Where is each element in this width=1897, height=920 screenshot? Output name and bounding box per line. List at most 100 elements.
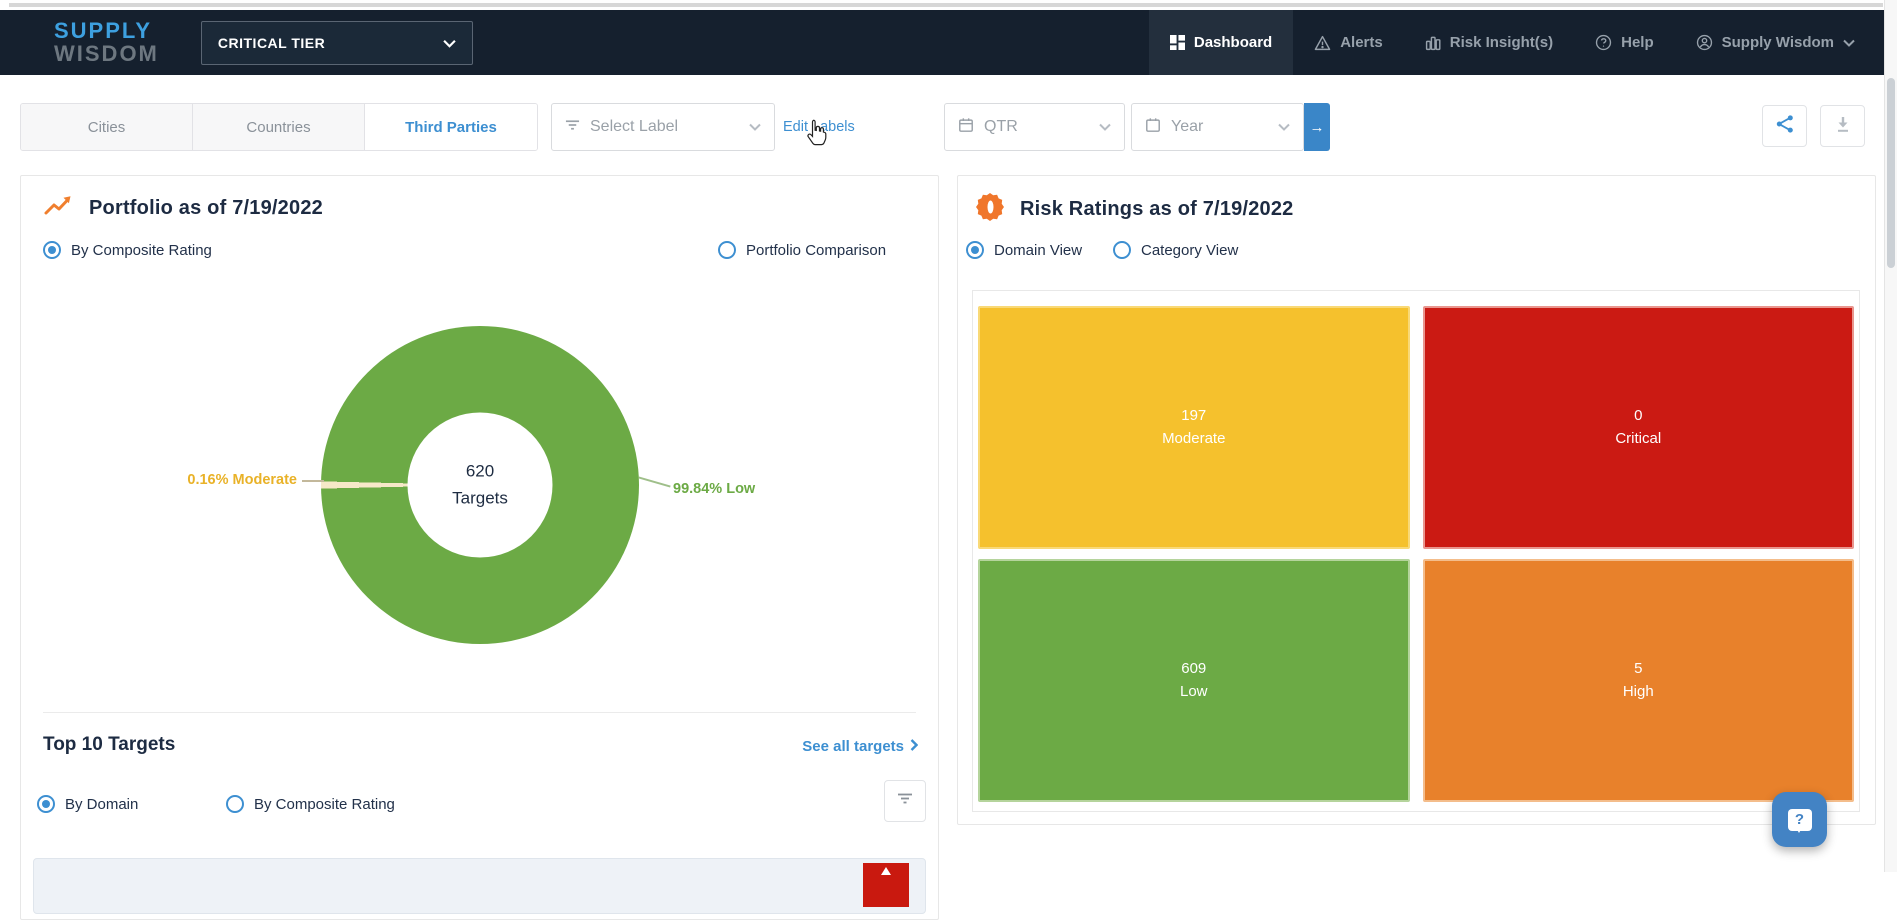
tile-label: Critical	[1615, 428, 1661, 451]
tile-label: Low	[1180, 681, 1208, 704]
trend-up-icon	[43, 194, 73, 223]
radio-button-icon[interactable]	[43, 241, 61, 259]
vertical-scrollbar[interactable]	[1884, 0, 1897, 872]
tab-label: Countries	[246, 119, 310, 136]
nav-item-dashboard[interactable]: Dashboard	[1149, 10, 1293, 75]
filter-lines-icon	[565, 118, 580, 136]
radio-by-composite-rating[interactable]: By Composite Rating	[43, 241, 212, 259]
callout-leader-line	[638, 476, 670, 487]
calendar-icon	[958, 117, 974, 138]
section-divider	[43, 712, 916, 713]
tile-moderate[interactable]: 197 Moderate	[978, 306, 1410, 549]
chevron-down-icon	[1099, 118, 1111, 136]
radio-domain-view[interactable]: Domain View	[966, 241, 1082, 259]
shield-badge-icon	[976, 192, 1004, 227]
filter-lines-icon	[897, 792, 913, 810]
share-button[interactable]	[1762, 105, 1807, 147]
tile-high[interactable]: 5 High	[1423, 559, 1855, 802]
qtr-placeholder: QTR	[984, 118, 1018, 136]
nav-item-label: Help	[1621, 34, 1654, 51]
tab-third-parties[interactable]: Third Parties	[365, 104, 537, 150]
donut-callout-moderate: 0.16% Moderate	[161, 472, 297, 488]
tab-countries[interactable]: Countries	[193, 104, 365, 150]
radio-label: Portfolio Comparison	[746, 242, 886, 259]
nav-item-label: Dashboard	[1194, 34, 1272, 51]
radio-label: Category View	[1141, 242, 1238, 259]
nav-item-risk-insights[interactable]: Risk Insight(s)	[1404, 10, 1574, 75]
donut-callout-low: 99.84% Low	[673, 481, 755, 497]
select-label-dropdown[interactable]: Select Label	[551, 103, 775, 151]
radio-portfolio-comparison[interactable]: Portfolio Comparison	[718, 241, 886, 259]
top-targets-table-row[interactable]	[33, 858, 926, 914]
warning-triangle-icon	[1314, 35, 1331, 51]
risk-ratings-tile-grid: 197 Moderate 0 Critical 609 Low 5 High	[972, 290, 1860, 812]
share-icon	[1775, 114, 1795, 139]
app-logo[interactable]: SUPPLY WISDOM	[54, 20, 159, 65]
tile-value: 5	[1634, 658, 1642, 681]
radio-label: By Domain	[65, 796, 138, 813]
tile-critical[interactable]: 0 Critical	[1423, 306, 1855, 549]
tier-selector-dropdown[interactable]: CRITICAL TIER	[201, 21, 473, 65]
donut-total-label: Targets	[452, 485, 508, 511]
risk-card-title: Risk Ratings as of 7/19/2022	[1020, 198, 1294, 221]
edit-labels-link[interactable]: Edit Labels	[783, 119, 855, 135]
see-all-targets-label: See all targets	[802, 738, 904, 755]
radio-category-view[interactable]: Category View	[1113, 241, 1238, 259]
logo-line2: WISDOM	[54, 43, 159, 65]
top-targets-title: Top 10 Targets	[43, 734, 175, 756]
risk-card-header: Risk Ratings as of 7/19/2022	[976, 192, 1294, 227]
nav-item-help[interactable]: Help	[1574, 10, 1675, 75]
portfolio-card-header: Portfolio as of 7/19/2022	[43, 194, 323, 223]
help-fab-button[interactable]: ?	[1772, 792, 1827, 847]
download-icon	[1834, 115, 1852, 138]
radio-button-icon[interactable]	[966, 241, 984, 259]
radio-button-icon[interactable]	[1113, 241, 1131, 259]
nav-item-label: Risk Insight(s)	[1450, 34, 1553, 51]
tile-value: 197	[1181, 405, 1206, 428]
portfolio-card: Portfolio as of 7/19/2022 By Composite R…	[20, 175, 939, 920]
radio-label: By Composite Rating	[254, 796, 395, 813]
nav-item-account-menu[interactable]: Supply Wisdom	[1675, 10, 1876, 75]
download-button[interactable]	[1820, 105, 1865, 147]
radio-by-domain[interactable]: By Domain	[37, 795, 138, 813]
dashboard-grid-icon	[1170, 35, 1185, 50]
donut-center: 620 Targets	[408, 413, 553, 558]
callout-leader-line	[302, 480, 324, 482]
donut-total-value: 620	[466, 459, 494, 485]
nav-item-label: Supply Wisdom	[1722, 34, 1834, 51]
tile-low[interactable]: 609 Low	[978, 559, 1410, 802]
calendar-icon	[1145, 117, 1161, 138]
risk-rating-badge	[863, 863, 909, 907]
user-circle-icon	[1696, 34, 1713, 51]
tile-label: High	[1623, 681, 1654, 704]
apply-date-filter-button[interactable]: →	[1304, 103, 1330, 151]
filters-toolbar: Cities Countries Third Parties Select La…	[0, 75, 1884, 163]
year-dropdown[interactable]: Year	[1131, 103, 1304, 151]
top-targets-filter-button[interactable]	[884, 780, 926, 822]
chevron-right-icon	[910, 738, 918, 755]
qtr-dropdown[interactable]: QTR	[944, 103, 1125, 151]
chat-question-icon: ?	[1788, 809, 1812, 831]
nav-menu: Dashboard Alerts Risk Insight(s) Help Su…	[1149, 10, 1876, 75]
tier-selector-value: CRITICAL TIER	[218, 35, 325, 51]
tab-cities[interactable]: Cities	[21, 104, 193, 150]
composite-rating-donut-chart[interactable]: 620 Targets	[321, 326, 639, 644]
risk-ratings-card: Risk Ratings as of 7/19/2022 Domain View…	[957, 175, 1876, 825]
scrollbar-thumb[interactable]	[1887, 78, 1895, 268]
tile-value: 0	[1634, 405, 1642, 428]
portfolio-card-title: Portfolio as of 7/19/2022	[89, 197, 323, 220]
nav-item-alerts[interactable]: Alerts	[1293, 10, 1404, 75]
radio-label: By Composite Rating	[71, 242, 212, 259]
chevron-down-icon	[1278, 118, 1290, 136]
radio-button-icon[interactable]	[718, 241, 736, 259]
see-all-targets-link[interactable]: See all targets	[802, 738, 918, 755]
nav-item-label: Alerts	[1340, 34, 1383, 51]
radio-button-icon[interactable]	[37, 795, 55, 813]
tab-label: Third Parties	[405, 119, 497, 136]
radio-button-icon[interactable]	[226, 795, 244, 813]
chevron-down-icon	[1843, 39, 1855, 47]
chevron-down-icon	[443, 35, 456, 51]
chevron-down-icon	[749, 118, 761, 136]
radio-by-composite-rating-2[interactable]: By Composite Rating	[226, 795, 395, 813]
tile-label: Moderate	[1162, 428, 1225, 451]
